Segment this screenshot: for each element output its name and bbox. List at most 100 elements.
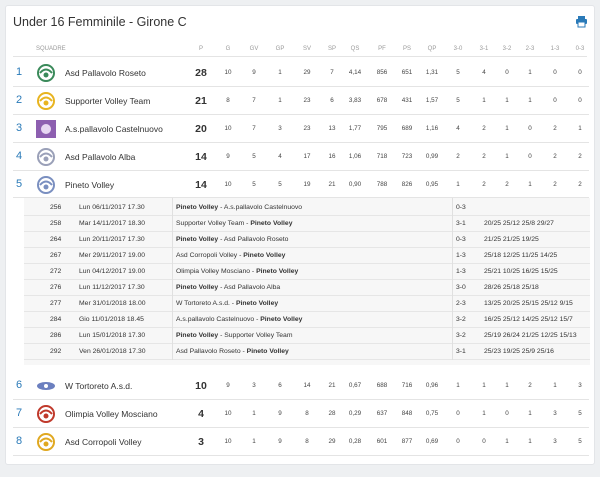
team-position: 4 bbox=[16, 150, 23, 162]
match-teams: Pineto Volley - A.s.pallavolo Castelnuov… bbox=[176, 204, 303, 211]
match-teams: Pineto Volley - Asd Pallavolo Alba bbox=[176, 284, 281, 291]
team-stat: 1 bbox=[528, 181, 532, 188]
match-row[interactable]: 286 Lun 15/01/2018 17.30 Pineto Volley - S… bbox=[24, 328, 590, 344]
team-stat: 29 bbox=[328, 438, 336, 445]
team-stat: 826 bbox=[401, 181, 413, 188]
match-id: 276 bbox=[50, 284, 62, 291]
team-stat: 10 bbox=[224, 69, 232, 76]
table-row[interactable]: 5 Pineto Volley 14 10 5 5 19 21 0,90 788 826 0,95 1 2… bbox=[13, 171, 589, 198]
column-header: QP bbox=[427, 46, 437, 52]
team-stat: 2 bbox=[528, 382, 532, 389]
team-stat: 0,28 bbox=[348, 438, 362, 445]
team-stat: 2 bbox=[482, 181, 486, 188]
match-row[interactable]: 284 Gio 11/01/2018 18.45 A.s.pallavolo Cas… bbox=[24, 312, 590, 328]
team-stat: 8 bbox=[226, 97, 230, 104]
team-stat: 0 bbox=[456, 438, 460, 445]
match-row[interactable]: 258 Mar 14/11/2017 18.30 Supporter Volley … bbox=[24, 216, 590, 232]
team-stat: 10 bbox=[224, 125, 232, 132]
match-sets: 16/25 25/12 14/25 25/12 15/7 bbox=[484, 316, 573, 323]
match-sets: 13/25 20/25 25/15 25/12 9/15 bbox=[484, 300, 573, 307]
match-row[interactable]: 277 Mer 31/01/2018 18.00 W Tortoreto A.s.d… bbox=[24, 296, 590, 312]
team-position: 6 bbox=[16, 379, 23, 391]
table-row[interactable]: 3 A.s.pallavolo Castelnuovo 20 10 7 3 23 13 1,77… bbox=[13, 115, 589, 143]
team-stat: 856 bbox=[376, 69, 388, 76]
team-stat: 4 bbox=[482, 69, 486, 76]
match-id: 277 bbox=[50, 300, 62, 307]
table-row[interactable]: 8 Asd Corropoli Volley 3 10 1 9 8 29 0,28 601 877 0… bbox=[13, 428, 589, 456]
team-stat: 1 bbox=[505, 438, 509, 445]
team-stat: 16 bbox=[328, 153, 336, 160]
column-header: 0-3 bbox=[575, 46, 585, 52]
team-stat: 2 bbox=[505, 181, 509, 188]
team-position: 8 bbox=[16, 435, 23, 447]
table-row[interactable]: 1 Asd Pallavolo Roseto 28 10 9 1 29 7 4,14 856 651… bbox=[13, 58, 589, 87]
team-stat: 0 bbox=[505, 410, 509, 417]
match-id: 292 bbox=[50, 348, 62, 355]
match-row[interactable]: 292 Ven 26/01/2018 17.30 Asd Pallavolo Ros… bbox=[24, 344, 590, 360]
table-row[interactable]: 2 Supporter Volley Team 21 8 7 1 23 6 3,83 678 431… bbox=[13, 87, 589, 115]
team-stat: 0 bbox=[528, 125, 532, 132]
match-teams: Supporter Volley Team - Pineto Volley bbox=[176, 220, 293, 227]
column-header: SP bbox=[327, 46, 336, 52]
table-row[interactable]: 4 Asd Pallavolo Alba 14 9 5 4 17 16 1,06 718 723 0,… bbox=[13, 143, 589, 171]
table-row[interactable]: 7 Olimpia Volley Mosciano 4 10 1 9 8 28 0,29 637 8… bbox=[13, 400, 589, 428]
team-name[interactable]: Asd Pallavolo Roseto bbox=[65, 68, 146, 78]
team-stat: 23 bbox=[303, 125, 311, 132]
print-icon[interactable] bbox=[575, 15, 588, 28]
column-header: GV bbox=[249, 46, 259, 52]
team-name[interactable]: W Tortoreto A.s.d. bbox=[65, 381, 132, 391]
team-stat: 1 bbox=[505, 97, 509, 104]
team-stat: 1 bbox=[505, 382, 509, 389]
team-stat: 723 bbox=[401, 153, 413, 160]
match-away: Pineto Volley bbox=[250, 220, 293, 227]
team-stat: 1 bbox=[482, 410, 486, 417]
match-row[interactable]: 256 Lun 06/11/2017 17.30 Pineto Volley - A… bbox=[24, 200, 590, 216]
team-stat: 5 bbox=[578, 410, 582, 417]
match-date: Lun 11/12/2017 17.30 bbox=[79, 284, 145, 291]
table-row[interactable]: 6W Tortoreto A.s.d. 10 9 3 6 14 21 0,67 688 716 0,… bbox=[13, 372, 589, 400]
match-result: 3-2 bbox=[456, 332, 466, 339]
column-header: P bbox=[198, 46, 203, 52]
match-row[interactable]: 272 Lun 04/12/2017 19.00 Olimpia Volley Mo… bbox=[24, 264, 590, 280]
team-stat: 2 bbox=[482, 125, 486, 132]
column-divider bbox=[172, 198, 173, 360]
team-stat: 689 bbox=[401, 125, 413, 132]
team-stat: 10 bbox=[224, 410, 232, 417]
team-stat: 1,16 bbox=[425, 125, 439, 132]
team-name[interactable]: Asd Pallavolo Alba bbox=[65, 152, 135, 162]
team-stat: 2 bbox=[456, 153, 460, 160]
match-row[interactable]: 267 Mer 29/11/2017 19.00 Asd Corropoli Vol… bbox=[24, 248, 590, 264]
team-stat: 716 bbox=[401, 382, 413, 389]
team-stat: 3 bbox=[553, 438, 557, 445]
team-stat: 1 bbox=[456, 382, 460, 389]
team-stat: 0 bbox=[578, 69, 582, 76]
match-home: Pineto Volley bbox=[176, 204, 219, 211]
team-name[interactable]: Olimpia Volley Mosciano bbox=[65, 409, 158, 419]
team-name[interactable]: Pineto Volley bbox=[65, 180, 114, 190]
table-header: SQUADRE P G GV GP SV SP QS PF PS QP 3-0 3-1 3-2 2-3 1-3… bbox=[6, 46, 596, 56]
column-header: 3-2 bbox=[502, 46, 512, 52]
team-position: 5 bbox=[16, 178, 23, 190]
team-name[interactable]: A.s.pallavolo Castelnuovo bbox=[65, 124, 163, 134]
column-header: 2-3 bbox=[525, 46, 535, 52]
team-stat: 28 bbox=[328, 410, 336, 417]
team-stat: 0 bbox=[578, 97, 582, 104]
team-stat: 29 bbox=[303, 69, 311, 76]
team-name[interactable]: Asd Corropoli Volley bbox=[65, 437, 142, 447]
team-stat: 8 bbox=[305, 438, 309, 445]
team-stat: 7 bbox=[252, 125, 256, 132]
team-stat: 1 bbox=[505, 125, 509, 132]
team-stat: 7 bbox=[252, 97, 256, 104]
match-row[interactable]: 276 Lun 11/12/2017 17.30 Pineto Volley - A… bbox=[24, 280, 590, 296]
team-logo-icon bbox=[34, 175, 58, 197]
team-name[interactable]: Supporter Volley Team bbox=[65, 96, 150, 106]
team-stat: 21 bbox=[328, 181, 336, 188]
team-stat: 5 bbox=[456, 69, 460, 76]
match-home: Asd Corropoli Volley bbox=[176, 252, 238, 259]
match-result: 2-3 bbox=[456, 300, 466, 307]
page-title: Under 16 Femminile - Girone C bbox=[13, 15, 187, 29]
match-sets: 25/21 10/25 16/25 15/25 bbox=[484, 268, 558, 275]
match-away: Asd Pallavolo Alba bbox=[223, 284, 281, 291]
team-stat: 0,29 bbox=[348, 410, 362, 417]
match-row[interactable]: 264 Lun 20/11/2017 17.30 Pineto Volley - A… bbox=[24, 232, 590, 248]
